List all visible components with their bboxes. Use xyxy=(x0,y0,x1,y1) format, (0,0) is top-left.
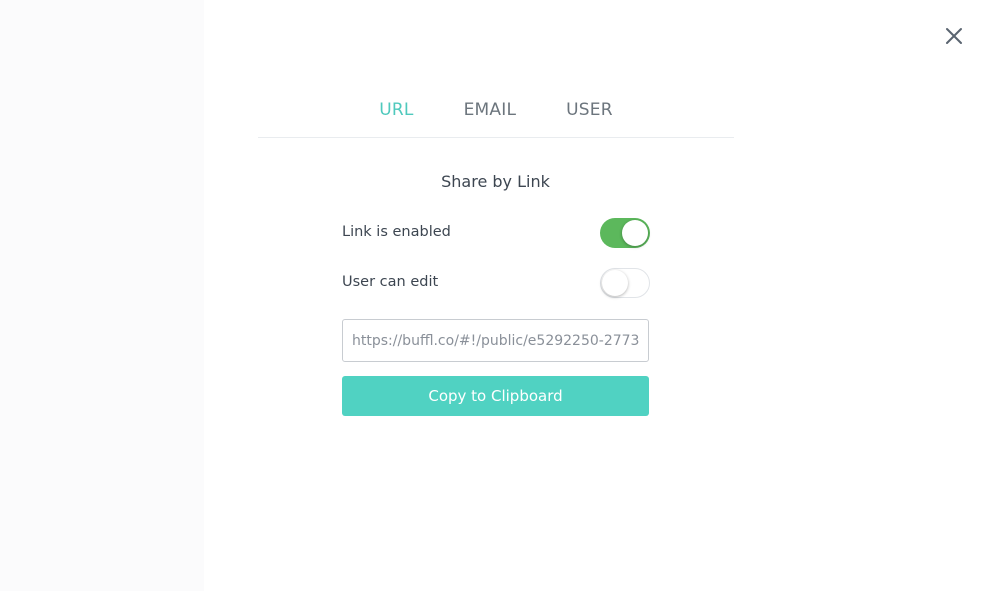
toggle-knob xyxy=(622,220,648,246)
share-url-input[interactable] xyxy=(342,319,649,362)
tab-url[interactable]: URL xyxy=(379,90,413,137)
toggle-knob xyxy=(602,270,628,296)
copy-to-clipboard-button[interactable]: Copy to Clipboard xyxy=(342,376,649,416)
user-can-edit-row: User can edit xyxy=(342,268,650,300)
tab-email[interactable]: EMAIL xyxy=(464,90,517,137)
user-can-edit-toggle[interactable] xyxy=(600,268,650,298)
user-can-edit-label: User can edit xyxy=(342,274,439,290)
link-enabled-row: Link is enabled xyxy=(342,218,650,250)
background-sidebar xyxy=(0,0,204,591)
close-icon xyxy=(946,28,962,44)
link-enabled-toggle[interactable] xyxy=(600,218,650,248)
close-button[interactable] xyxy=(940,22,968,50)
link-enabled-label: Link is enabled xyxy=(342,224,451,240)
tab-user[interactable]: USER xyxy=(566,90,613,137)
panel-title: Share by Link xyxy=(441,172,550,191)
share-tabs: URL EMAIL USER xyxy=(258,90,734,138)
